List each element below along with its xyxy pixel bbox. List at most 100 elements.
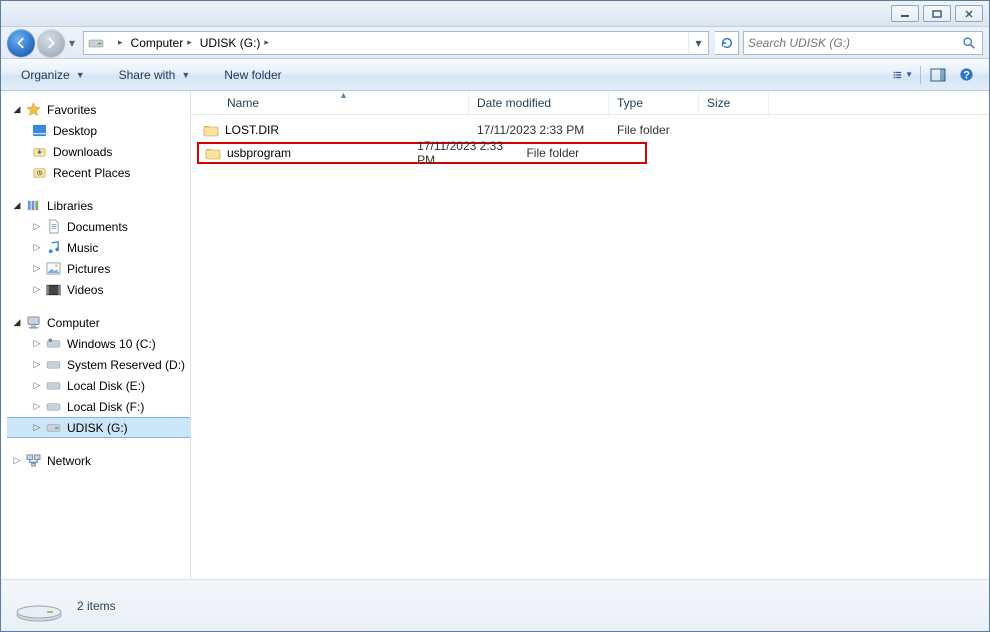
explorer-window: ▾ ▸ Computer ▸ UDISK (G:) ▸ ▾ — [0, 0, 990, 632]
address-dropdown[interactable]: ▾ — [688, 32, 708, 54]
svg-text:?: ? — [963, 69, 970, 81]
sidebar-item-drive-e[interactable]: ▷ Local Disk (E:) — [7, 375, 190, 396]
breadcrumb-computer[interactable]: Computer ▸ — [127, 32, 196, 54]
expander-icon: ▷ — [31, 380, 43, 391]
organize-menu[interactable]: Organize▼ — [13, 64, 93, 86]
view-options-button[interactable]: ▼ — [892, 65, 914, 85]
sidebar-item-drive-f[interactable]: ▷ Local Disk (F:) — [7, 396, 190, 417]
table-row[interactable]: usbprogram17/11/2023 2:33 PMFile folder — [197, 142, 647, 164]
address-bar[interactable]: ▸ Computer ▸ UDISK (G:) ▸ ▾ — [83, 31, 709, 55]
sidebar-label: Favorites — [47, 103, 96, 117]
sidebar-label: Network — [47, 454, 91, 468]
minimize-button[interactable] — [891, 5, 919, 22]
expander-icon: ▷ — [31, 242, 43, 253]
navigation-bar: ▾ ▸ Computer ▸ UDISK (G:) ▸ ▾ — [1, 27, 989, 59]
drive-icon — [45, 336, 61, 352]
expander-icon: ▷ — [31, 401, 43, 412]
sidebar-item-drive-g[interactable]: ▷ UDISK (G:) — [7, 417, 190, 438]
sidebar-item-label: System Reserved (D:) — [67, 358, 185, 372]
sidebar-network[interactable]: ▷ Network — [7, 450, 190, 471]
sidebar-item-label: Videos — [67, 283, 103, 297]
sidebar-label: Computer — [47, 316, 100, 330]
column-name[interactable]: Name ▲ — [219, 91, 469, 114]
help-button[interactable]: ? — [955, 65, 977, 85]
file-list: Name ▲ Date modified Type Size LOST.DIR 1… — [191, 91, 989, 579]
refresh-button[interactable] — [715, 31, 739, 55]
back-button[interactable] — [7, 29, 35, 57]
drive-icon — [45, 378, 61, 394]
content-area: ◢ Favorites Desktop Downloads Recent Pla… — [1, 91, 989, 579]
breadcrumb-udisk[interactable]: UDISK (G:) ▸ — [196, 32, 273, 54]
expander-icon: ▷ — [11, 455, 23, 466]
sidebar-item-recent[interactable]: Recent Places — [7, 162, 190, 183]
file-date: 17/11/2023 2:33 PM — [469, 123, 609, 137]
sort-ascending-icon: ▲ — [339, 90, 348, 100]
history-dropdown[interactable]: ▾ — [67, 36, 77, 50]
pictures-icon — [45, 261, 61, 277]
table-row[interactable]: LOST.DIR 17/11/2023 2:33 PMFile folder — [191, 119, 989, 141]
preview-pane-button[interactable] — [927, 65, 949, 85]
sidebar-item-pictures[interactable]: ▷ Pictures — [7, 258, 190, 279]
folder-icon — [203, 122, 219, 138]
chevron-right-icon: ▸ — [118, 37, 123, 48]
breadcrumb-label: UDISK (G:) — [200, 36, 261, 50]
sidebar-item-label: Downloads — [53, 145, 112, 159]
sidebar-item-label: Documents — [67, 220, 128, 234]
status-bar: 2 items — [1, 579, 989, 631]
navigation-pane[interactable]: ◢ Favorites Desktop Downloads Recent Pla… — [1, 91, 191, 579]
search-box[interactable] — [743, 31, 983, 55]
network-icon — [25, 453, 41, 469]
column-size[interactable]: Size — [699, 91, 769, 114]
share-label: Share with — [119, 68, 176, 82]
share-menu[interactable]: Share with▼ — [111, 64, 199, 86]
forward-button[interactable] — [37, 29, 65, 57]
command-bar: Organize▼ Share with▼ New folder ▼ ? — [1, 59, 989, 91]
drive-icon — [88, 35, 104, 51]
column-type[interactable]: Type — [609, 91, 699, 114]
search-icon[interactable] — [960, 36, 978, 50]
sidebar-item-documents[interactable]: ▷ Documents — [7, 216, 190, 237]
breadcrumb-label: Computer — [131, 36, 184, 50]
sidebar-libraries[interactable]: ◢ Libraries — [7, 195, 190, 216]
sidebar-item-label: Pictures — [67, 262, 110, 276]
organize-label: Organize — [21, 68, 70, 82]
search-input[interactable] — [748, 36, 960, 50]
sidebar-item-videos[interactable]: ▷ Videos — [7, 279, 190, 300]
star-icon — [25, 102, 41, 118]
file-rows[interactable]: LOST.DIR 17/11/2023 2:33 PMFile folder usb… — [191, 115, 989, 579]
expander-icon: ▷ — [31, 263, 43, 274]
file-name: LOST.DIR — [225, 123, 279, 137]
sidebar-item-label: Local Disk (F:) — [67, 400, 144, 414]
expander-icon: ▷ — [31, 359, 43, 370]
downloads-icon — [31, 144, 47, 160]
sidebar-label: Libraries — [47, 199, 93, 213]
status-text: 2 items — [77, 599, 116, 613]
sidebar-item-label: Local Disk (E:) — [67, 379, 145, 393]
file-name: usbprogram — [227, 146, 291, 160]
sidebar-item-label: Windows 10 (C:) — [67, 337, 156, 351]
column-date[interactable]: Date modified — [469, 91, 609, 114]
new-folder-button[interactable]: New folder — [216, 64, 289, 86]
maximize-button[interactable] — [923, 5, 951, 22]
expander-icon: ▷ — [31, 221, 43, 232]
expander-icon: ▷ — [31, 338, 43, 349]
sidebar-item-music[interactable]: ▷ Music — [7, 237, 190, 258]
drive-icon — [45, 399, 61, 415]
file-type: File folder — [609, 123, 699, 137]
sidebar-item-drive-d[interactable]: ▷ System Reserved (D:) — [7, 354, 190, 375]
sidebar-favorites[interactable]: ◢ Favorites — [7, 99, 190, 120]
expander-icon: ◢ — [11, 317, 23, 328]
drive-icon — [45, 357, 61, 373]
sidebar-item-drive-c[interactable]: ▷ Windows 10 (C:) — [7, 333, 190, 354]
music-icon — [45, 240, 61, 256]
breadcrumb-root[interactable]: ▸ — [110, 32, 127, 54]
sidebar-item-downloads[interactable]: Downloads — [7, 141, 190, 162]
libraries-icon — [25, 198, 41, 214]
close-button[interactable] — [955, 5, 983, 22]
sidebar-item-desktop[interactable]: Desktop — [7, 120, 190, 141]
column-headers: Name ▲ Date modified Type Size — [191, 91, 989, 115]
desktop-icon — [31, 123, 47, 139]
computer-icon — [25, 315, 41, 331]
drive-icon — [15, 590, 63, 622]
sidebar-computer[interactable]: ◢ Computer — [7, 312, 190, 333]
